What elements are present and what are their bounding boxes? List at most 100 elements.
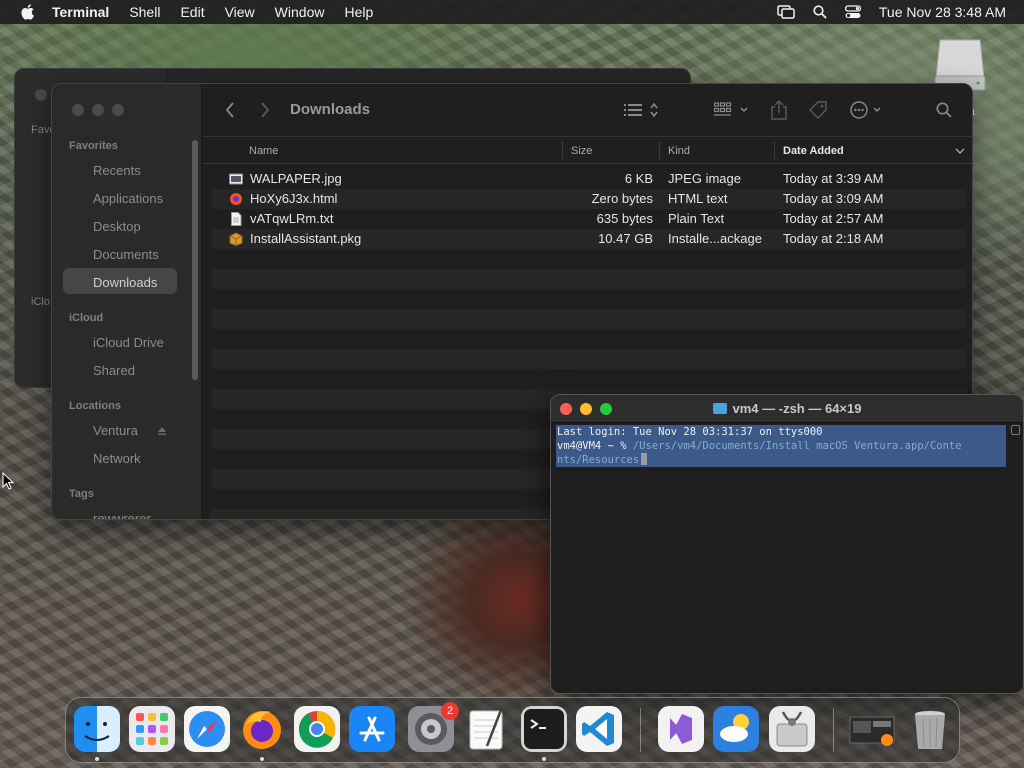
- menu-view[interactable]: View: [225, 4, 255, 20]
- notification-badge: 2: [441, 702, 459, 720]
- more-actions-icon[interactable]: [849, 100, 885, 120]
- dock-launchpad-icon[interactable]: [129, 706, 175, 752]
- column-size-header[interactable]: Size: [571, 145, 592, 157]
- terminal-command-continuation: nts/Resources: [557, 454, 640, 466]
- sidebar-section-tags: Tags: [69, 488, 94, 500]
- file-size: 6 KB: [624, 171, 653, 186]
- forward-chevron-icon[interactable]: [259, 102, 271, 118]
- eject-icon[interactable]: [157, 426, 167, 436]
- sidebar-item-applications[interactable]: Applications: [93, 191, 163, 206]
- background-icloud-label: iClo: [31, 296, 50, 308]
- file-kind: JPEG image: [668, 171, 741, 186]
- menu-app-terminal[interactable]: Terminal: [52, 4, 109, 20]
- terminal-content[interactable]: Last login: Tue Nov 28 03:31:37 on ttys0…: [556, 425, 1006, 467]
- menu-window[interactable]: Window: [275, 4, 325, 20]
- terminal-prompt-line: vm4@VM4 ~ % /Users/vm4/Documents/Install…: [556, 439, 1006, 453]
- sidebar-item-desktop[interactable]: Desktop: [93, 219, 141, 234]
- control-center-icon[interactable]: [844, 5, 861, 19]
- file-name: WALPAPER.jpg: [250, 171, 342, 186]
- sidebar-tag-item[interactable]: rewwrerer: [93, 511, 151, 519]
- spotlight-search-icon[interactable]: [813, 5, 827, 19]
- sidebar-item-downloads[interactable]: Downloads: [93, 275, 157, 290]
- file-name: vATqwLRm.txt: [250, 211, 334, 226]
- mouse-pointer-icon: [2, 472, 15, 490]
- sidebar-section-icloud: iCloud: [69, 312, 104, 324]
- file-size: 635 bytes: [596, 211, 653, 226]
- terminal-cursor: [641, 453, 648, 465]
- file-row[interactable]: HoXy6J3x.html Zero bytes HTML text Today…: [211, 189, 966, 209]
- sidebar-item-shared[interactable]: Shared: [93, 363, 135, 378]
- file-kind: HTML text: [668, 191, 728, 206]
- sidebar-section-favorites: Favorites: [69, 140, 118, 152]
- dock-textedit-icon[interactable]: [463, 706, 509, 752]
- search-icon[interactable]: [936, 102, 952, 118]
- column-date-added-header[interactable]: Date Added: [783, 145, 844, 157]
- dock-firefox-icon[interactable]: [239, 706, 285, 752]
- terminal-prompt: vm4@VM4 ~ %: [557, 440, 633, 452]
- file-kind: Installe...ackage: [668, 231, 762, 246]
- menu-edit[interactable]: Edit: [180, 4, 204, 20]
- file-date-added: Today at 3:39 AM: [783, 171, 884, 186]
- dock-weather-icon[interactable]: [713, 706, 759, 752]
- tag-icon[interactable]: [808, 100, 828, 120]
- terminal-line: nts/Resources: [556, 453, 1006, 467]
- close-button[interactable]: [72, 104, 84, 116]
- terminal-split-icon[interactable]: [1011, 425, 1020, 435]
- dock-visual-studio-icon[interactable]: [658, 706, 704, 752]
- text-file-icon: [231, 212, 242, 226]
- sidebar-scrollbar[interactable]: [192, 140, 198, 380]
- file-list-header: Name Size Kind Date Added: [203, 136, 972, 164]
- sidebar-item-ventura[interactable]: Ventura: [93, 423, 138, 438]
- sidebar-item-icloud-drive[interactable]: iCloud Drive: [93, 335, 164, 350]
- terminal-line: Last login: Tue Nov 28 03:31:37 on ttys0…: [556, 425, 1006, 439]
- share-icon[interactable]: [770, 100, 788, 120]
- group-view-icon[interactable]: [714, 102, 750, 118]
- dock-window-preview-icon[interactable]: [849, 706, 895, 752]
- dock-terminal-icon[interactable]: [521, 706, 567, 752]
- dock-app-store-icon[interactable]: [349, 706, 395, 752]
- minimize-button[interactable]: [92, 104, 104, 116]
- file-name: InstallAssistant.pkg: [250, 231, 362, 246]
- file-size: Zero bytes: [591, 191, 653, 206]
- terminal-window[interactable]: vm4 — -zsh — 64×19 Last login: Tue Nov 2…: [550, 394, 1024, 694]
- dock-disk-utility-icon[interactable]: [769, 706, 815, 752]
- finder-sidebar: Favorites Recents Applications Desktop D…: [52, 84, 202, 519]
- file-kind: Plain Text: [668, 211, 725, 226]
- dock: 2: [65, 697, 960, 763]
- file-row[interactable]: InstallAssistant.pkg 10.47 GB Installe..…: [211, 229, 966, 249]
- menu-bar: Terminal Shell Edit View Window Help Tue…: [0, 0, 1024, 24]
- file-row[interactable]: vATqwLRm.txt 635 bytes Plain Text Today …: [211, 209, 966, 229]
- dock-trash-icon[interactable]: [907, 706, 953, 752]
- menu-shell[interactable]: Shell: [129, 4, 160, 20]
- image-file-icon: [229, 173, 243, 185]
- dock-vscode-icon[interactable]: [576, 706, 622, 752]
- sidebar-item-documents[interactable]: Documents: [93, 247, 159, 262]
- file-name: HoXy6J3x.html: [250, 191, 338, 206]
- file-date-added: Today at 2:57 AM: [783, 211, 884, 226]
- dock-finder-icon[interactable]: [74, 706, 120, 752]
- html-file-icon: [230, 193, 242, 205]
- folder-icon: [712, 403, 727, 414]
- back-chevron-icon[interactable]: [224, 102, 236, 118]
- terminal-title: vm4 — -zsh — 64×19: [551, 401, 1023, 416]
- terminal-titlebar[interactable]: vm4 — -zsh — 64×19: [551, 395, 1023, 423]
- menu-help[interactable]: Help: [344, 4, 373, 20]
- background-traffic-lights: [35, 89, 47, 101]
- menu-bar-clock[interactable]: Tue Nov 28 3:48 AM: [879, 4, 1006, 20]
- sort-chevron-down-icon[interactable]: [955, 148, 965, 155]
- sidebar-item-recents[interactable]: Recents: [93, 163, 141, 178]
- finder-window-title: Downloads: [290, 101, 371, 118]
- apple-menu-icon[interactable]: [18, 3, 36, 21]
- column-name-header[interactable]: Name: [249, 145, 278, 157]
- sidebar-item-network[interactable]: Network: [93, 451, 141, 466]
- dock-safari-icon[interactable]: [184, 706, 230, 752]
- finder-traffic-lights: [72, 104, 124, 116]
- zoom-button[interactable]: [112, 104, 124, 116]
- file-size: 10.47 GB: [598, 231, 653, 246]
- dock-chrome-icon[interactable]: [294, 706, 340, 752]
- column-kind-header[interactable]: Kind: [668, 145, 690, 157]
- file-date-added: Today at 3:09 AM: [783, 191, 884, 206]
- file-row[interactable]: WALPAPER.jpg 6 KB JPEG image Today at 3:…: [211, 169, 966, 189]
- list-view-icon[interactable]: [624, 102, 660, 118]
- screen-mirroring-icon[interactable]: [777, 5, 795, 19]
